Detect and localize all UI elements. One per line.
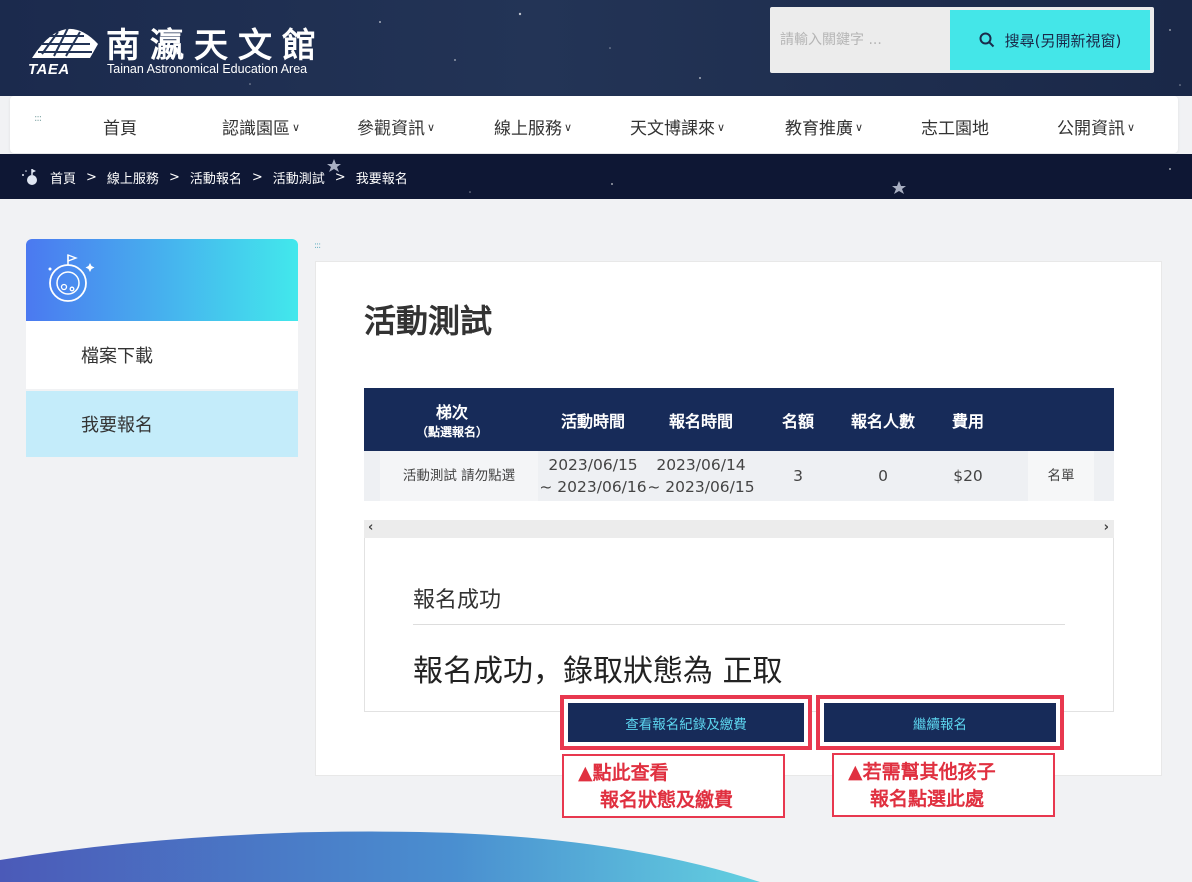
nav-item-visit[interactable]: 參觀資訊 ∨ [357,114,435,139]
event-time-cell: 2023/06/15 ~ 2023/06/16 [539,456,647,496]
horizontal-scrollbar[interactable]: ‹ › [364,520,1114,538]
continue-signup-button[interactable]: 繼續報名 [824,703,1056,742]
divider [413,624,1065,625]
column-header-quota: 名額 [781,411,814,431]
breadcrumb-current: 我要報名 [355,171,408,187]
fee-cell: $20 [953,467,983,485]
astronaut-home-icon [22,169,37,185]
breadcrumb-event-test[interactable]: 活動測試 [273,168,325,187]
scroll-right-icon[interactable]: › [1104,520,1109,535]
main-nav: ::: 首頁 認識園區 ∨ 參觀資訊 ∨ 線上服務 ∨ 天文博課來 ∨ 教育推廣 ∨ 志工… [10,96,1178,153]
chevron-down-icon: ∨ [717,121,726,134]
astronaut-helmet-icon [48,254,95,302]
footer-wave-decoration [0,831,760,882]
count-cell: 0 [878,467,888,485]
breadcrumb: 首頁 > 線上服務 > 活動報名 > 活動測試 > 我要報名 [20,167,408,187]
event-table: 梯次 （點選報名） 活動時間 報名時間 名額 報名人數 費用 活動測試 請勿點選… [364,388,1114,501]
sidebar-header [26,239,298,321]
site-title[interactable]: 南瀛天文館 [106,18,326,67]
search-input[interactable] [780,23,945,57]
search-box: 搜尋(另開新視窗) [770,7,1154,73]
search-button-label: 搜尋(另開新視窗) [1004,31,1122,50]
site-subtitle: Tainan Astronomical Education Area [107,62,308,76]
column-header-batch: 梯次 （點選報名） [415,403,488,439]
signup-time-cell: 2023/06/14 ~ 2023/06/15 [647,456,755,496]
chevron-down-icon: ∨ [427,121,436,134]
column-header-event-time: 活動時間 [560,411,625,431]
chevron-down-icon: ∨ [1127,121,1136,134]
column-header-count: 報名人數 [850,411,915,431]
chevron-down-icon: ∨ [292,121,301,134]
quota-cell: 3 [793,467,803,485]
breadcrumb-separator: > [251,169,263,185]
breadcrumb-online-services[interactable]: 線上服務 [107,168,159,187]
page-title: 活動測試 [364,302,493,340]
logo-abbreviation: TAEA [28,61,70,78]
nav-item-about[interactable]: 認識園區 ∨ [222,114,300,139]
table-row: 活動測試 請勿點選 2023/06/15 ~ 2023/06/16 2023/0… [364,451,1114,501]
breadcrumb-home[interactable]: 首頁 [50,168,76,187]
view-records-button[interactable]: 查看報名紀錄及繳費 [568,703,804,742]
scroll-left-icon[interactable]: ‹ [368,520,373,535]
continue-note: ▲若需幫其他孩子 報名點選此處 [832,753,1055,817]
continue-highlight: 繼續報名 [816,695,1064,750]
breadcrumb-event-signup[interactable]: 活動報名 [190,168,242,187]
sidebar-item-file-download[interactable]: 檔案下載 [26,321,298,389]
nav-item-public-info[interactable]: 公開資訊 ∨ [1057,114,1135,139]
breadcrumb-bar: 首頁 > 線上服務 > 活動報名 > 活動測試 > 我要報名 [0,154,1192,199]
chevron-down-icon: ∨ [564,121,573,134]
column-header-fee: 費用 [951,411,984,431]
result-heading: 報名成功 [413,588,502,613]
view-records-note: ▲點此查看 報名狀態及繳費 [562,754,785,818]
breadcrumb-separator: > [86,169,97,185]
view-records-highlight: 查看報名紀錄及繳費 [560,695,812,750]
accesskey-dots[interactable]: ::: [34,114,42,124]
sidebar-item-signup[interactable]: 我要報名 [26,391,298,457]
column-header-signup-time: 報名時間 [668,411,733,431]
search-button[interactable]: 搜尋(另開新視窗) [950,10,1150,70]
nav-item-home[interactable]: 首頁 [103,114,137,139]
nav-item-education[interactable]: 教育推廣 ∨ [785,114,863,139]
result-message: 報名成功，錄取狀態為 正取 [413,654,783,689]
batch-link[interactable]: 活動測試 請勿點選 [380,451,538,501]
chevron-down-icon: ∨ [855,121,864,134]
column-header-batch-note: （點選報名） [415,425,488,439]
nav-item-astronomy-course[interactable]: 天文博課來 ∨ [630,114,725,139]
site-header: TAEA 南瀛天文館 Tainan Astronomical Education… [0,0,1192,96]
nav-item-volunteers[interactable]: 志工園地 [921,114,989,139]
table-header: 梯次 （點選報名） 活動時間 報名時間 名額 報名人數 費用 [364,388,1114,451]
result-panel: 報名成功 報名成功，錄取狀態為 正取 [364,538,1114,712]
accesskey-dots[interactable]: ::: [314,242,321,251]
roster-button[interactable]: 名單 [1028,451,1094,501]
breadcrumb-separator: > [168,169,180,185]
nav-item-online-services[interactable]: 線上服務 ∨ [494,114,572,139]
breadcrumb-separator: > [334,169,346,185]
search-icon [979,32,994,48]
